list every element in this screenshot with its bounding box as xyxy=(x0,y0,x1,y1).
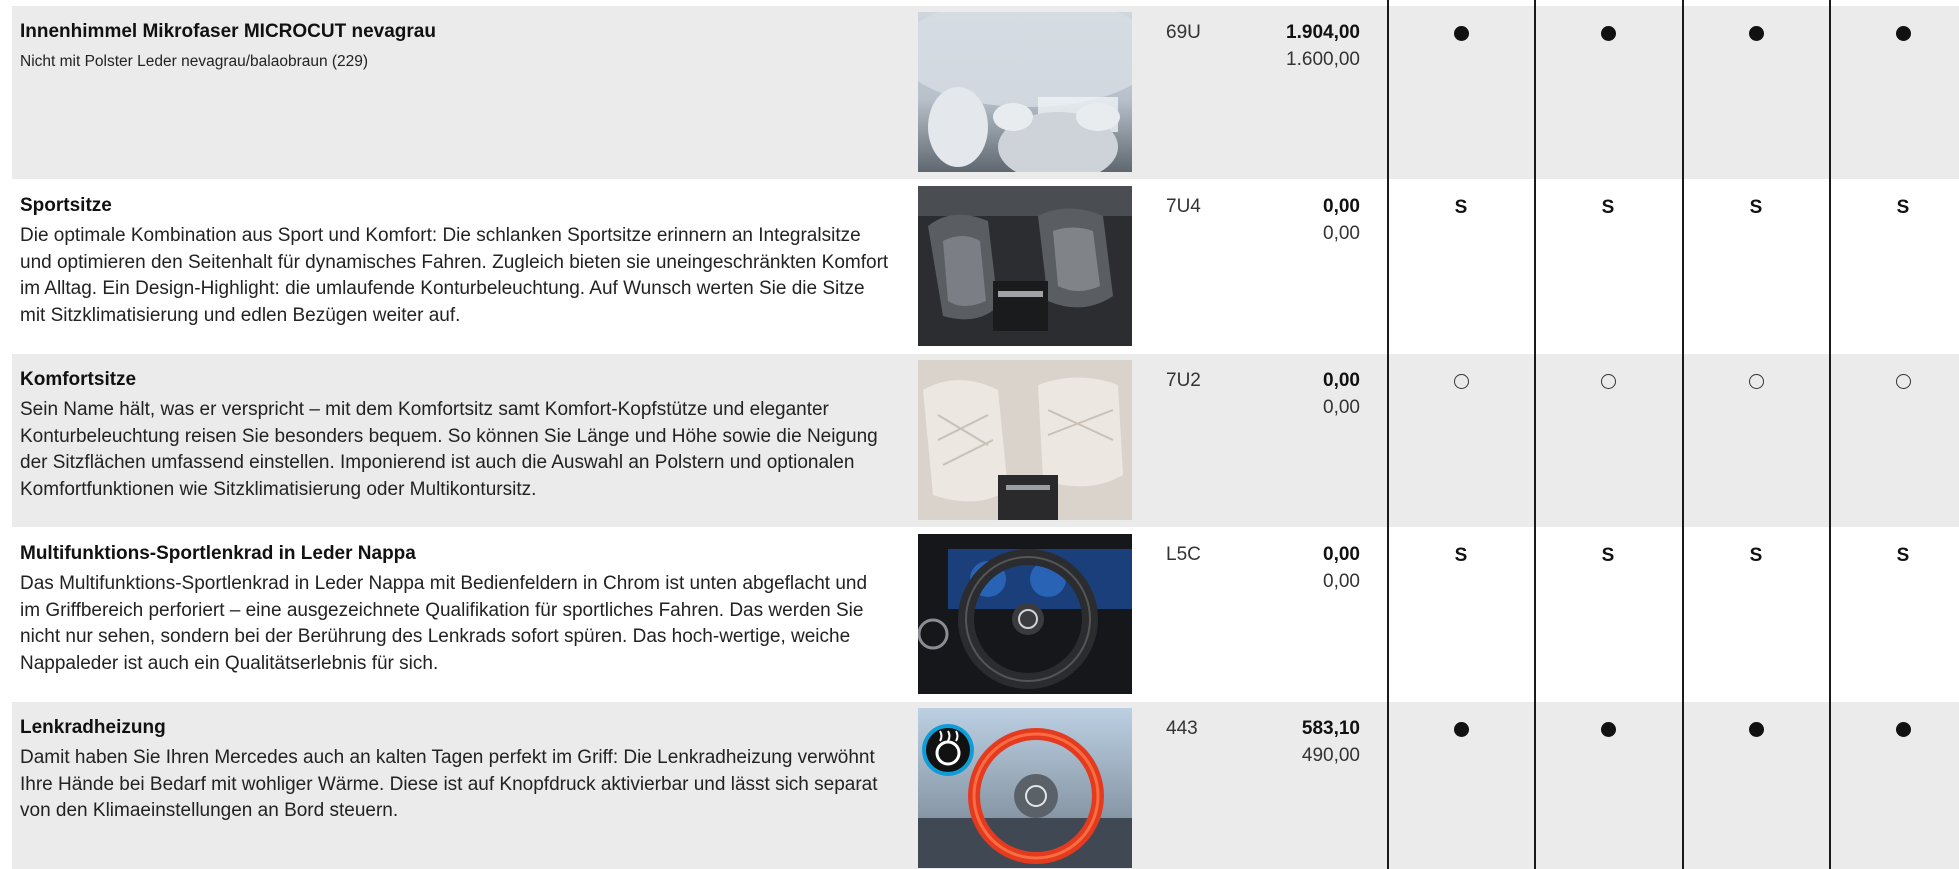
optional-circle-icon xyxy=(1593,370,1623,396)
option-code: 69U xyxy=(1166,22,1201,43)
optional-circle-icon xyxy=(1446,370,1476,396)
standard-option-dot-icon xyxy=(1593,718,1623,744)
price-net: 0,00 xyxy=(1323,223,1360,244)
option-title: Sportsitze xyxy=(20,195,112,216)
option-code: 7U4 xyxy=(1166,196,1201,217)
standard-marker: S xyxy=(1749,545,1763,566)
price-gross: 1.904,00 xyxy=(1286,22,1360,43)
interior-headliner-photo xyxy=(918,12,1132,172)
standard-marker: S xyxy=(1454,545,1468,566)
standard-option-dot-icon xyxy=(1593,22,1623,48)
price-net: 490,00 xyxy=(1301,745,1360,766)
price-gross: 0,00 xyxy=(1323,370,1360,391)
column-divider xyxy=(1387,0,1389,869)
standard-option-dot-icon xyxy=(1741,22,1771,48)
option-code: 7U2 xyxy=(1166,370,1201,391)
column-divider xyxy=(1829,0,1831,869)
standard-option-dot-icon xyxy=(1741,718,1771,744)
standard-option-dot-icon xyxy=(1888,718,1918,744)
column-divider xyxy=(1534,0,1536,869)
option-row-comfort-seats: Komfortsitze Sein Name hält, was er vers… xyxy=(0,354,1959,527)
standard-option-dot-icon xyxy=(1888,22,1918,48)
standard-marker: S xyxy=(1896,545,1910,566)
option-code: L5C xyxy=(1166,544,1201,565)
standard-marker: S xyxy=(1601,545,1615,566)
standard-option-dot-icon xyxy=(1446,718,1476,744)
column-divider xyxy=(1682,0,1684,869)
comfort-seats-photo xyxy=(918,360,1132,520)
sport-seats-photo xyxy=(918,186,1132,346)
option-description: Nicht mit Polster Leder nevagrau/balaobr… xyxy=(20,53,369,70)
option-title: Komfortsitze xyxy=(20,369,137,390)
optional-circle-icon xyxy=(1888,370,1918,396)
price-gross: 583,10 xyxy=(1301,718,1360,739)
standard-option-dot-icon xyxy=(1446,22,1476,48)
standard-marker: S xyxy=(1601,197,1615,218)
option-row-sport-seats: Sportsitze Die optimale Kombination aus … xyxy=(0,180,1959,353)
option-description: Damit haben Sie Ihren Mercedes auch an k… xyxy=(20,747,878,821)
option-row-headliner: Innenhimmel Mikrofaser MICROCUT nevagrau… xyxy=(0,6,1959,179)
option-row-heated-steering-wheel: Lenkradheizung Damit haben Sie Ihren Mer… xyxy=(0,702,1959,869)
standard-marker: S xyxy=(1896,197,1910,218)
option-title: Lenkradheizung xyxy=(20,717,166,738)
standard-marker: S xyxy=(1749,197,1763,218)
option-description: Das Multifunktions-Sportlenkrad in Leder… xyxy=(20,573,868,674)
price-gross: 0,00 xyxy=(1323,196,1360,217)
price-gross: 0,00 xyxy=(1323,544,1360,565)
steering-wheel-photo xyxy=(918,534,1132,694)
option-title: Multifunktions-Sportlenkrad in Leder Nap… xyxy=(20,543,416,564)
option-code: 443 xyxy=(1166,718,1198,739)
price-net: 1.600,00 xyxy=(1286,49,1360,70)
option-description: Sein Name hält, was er verspricht – mit … xyxy=(20,399,878,500)
optional-circle-icon xyxy=(1741,370,1771,396)
option-title: Innenhimmel Mikrofaser MICROCUT nevagrau xyxy=(20,21,436,42)
option-row-steering-wheel: Multifunktions-Sportlenkrad in Leder Nap… xyxy=(0,528,1959,701)
heated-steering-wheel-photo xyxy=(918,708,1132,868)
standard-marker: S xyxy=(1454,197,1468,218)
price-net: 0,00 xyxy=(1323,397,1360,418)
option-description: Die optimale Kombination aus Sport und K… xyxy=(20,225,889,326)
price-net: 0,00 xyxy=(1323,571,1360,592)
